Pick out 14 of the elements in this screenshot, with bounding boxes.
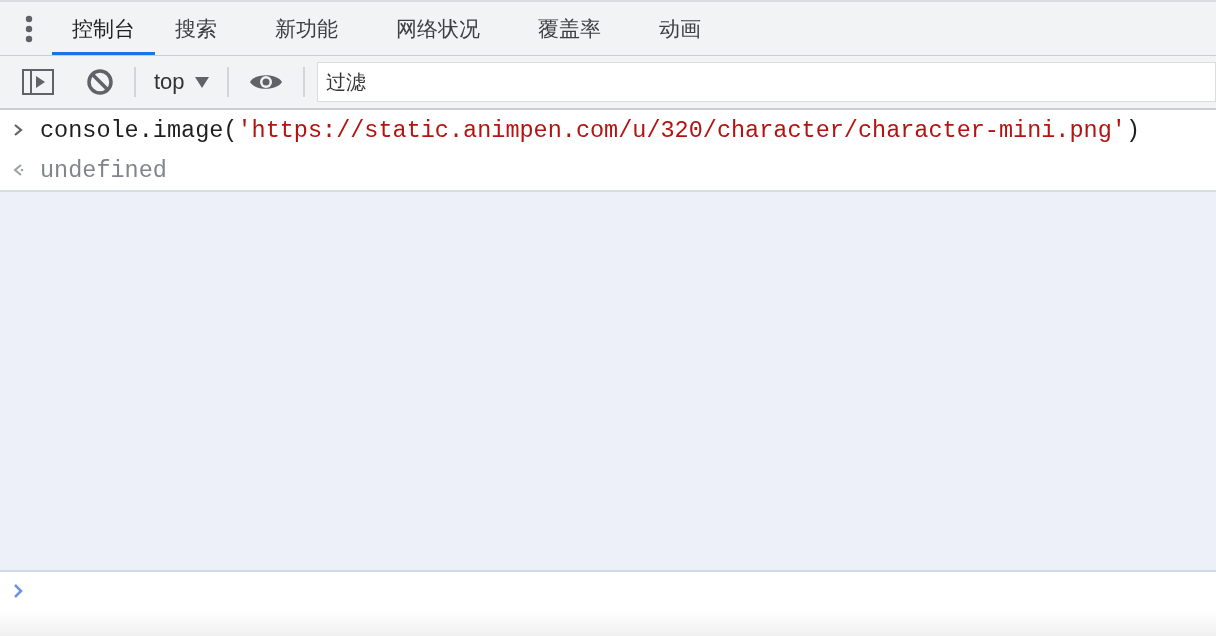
result-arrow-icon <box>12 162 24 178</box>
more-menu-icon[interactable] <box>25 14 33 43</box>
console-command: console.image('https://static.animpen.com/u/320/character/character-mini.png') <box>40 116 1140 144</box>
panel-tab[interactable]: 搜索 <box>155 2 237 55</box>
panel-tab[interactable]: 新功能 <box>255 2 358 55</box>
context-selector[interactable]: top <box>144 69 219 95</box>
panel-tab[interactable]: 动画 <box>639 2 721 55</box>
input-chevron-icon <box>12 122 24 138</box>
console-result: undefined <box>40 156 167 184</box>
panel-tab[interactable]: 覆盖率 <box>518 2 621 55</box>
panel-tab[interactable]: 网络状况 <box>376 2 500 55</box>
prompt-chevron-icon[interactable] <box>12 582 24 600</box>
filter-field[interactable]: 过滤 <box>316 62 1216 102</box>
caret-icon[interactable] <box>194 76 209 88</box>
